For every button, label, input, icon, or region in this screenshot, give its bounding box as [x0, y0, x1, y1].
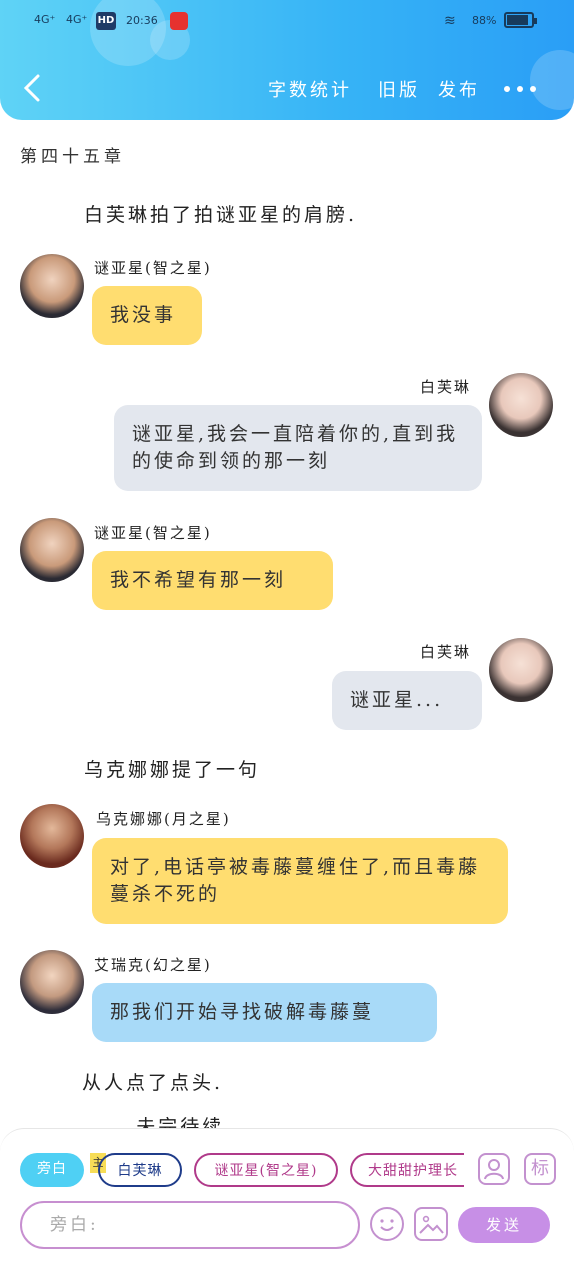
- battery-percent: 88%: [472, 14, 497, 27]
- avatar-miyaxing[interactable]: [20, 254, 84, 318]
- status-time: 20:36: [126, 14, 158, 27]
- role-chip-narrator[interactable]: 旁白: [20, 1153, 84, 1187]
- narration-input[interactable]: 旁白:: [20, 1201, 360, 1249]
- chat-bubble[interactable]: 对了,电话亭被毒藤蔓缠住了,而且毒藤蔓杀不死的: [92, 838, 508, 924]
- publish-button[interactable]: 发布: [438, 76, 480, 102]
- sender-name: 谜亚星(智之星): [94, 259, 212, 277]
- battery-icon: [504, 12, 537, 28]
- chat-bubble[interactable]: 谜亚星,我会一直陪着你的,直到我的使命到领的那一刻: [114, 405, 482, 491]
- send-button[interactable]: 发送: [458, 1207, 550, 1243]
- wifi-icon: ≋: [444, 13, 456, 29]
- sender-name: 白芙琳: [420, 378, 472, 396]
- chat-bubble[interactable]: 那我们开始寻找破解毒藤蔓: [92, 983, 437, 1042]
- avatar-baifulin[interactable]: [489, 638, 553, 702]
- back-chevron-icon[interactable]: [18, 70, 48, 106]
- avatar-baifulin[interactable]: [489, 373, 553, 437]
- narration-text: 从人点了点头.: [82, 1072, 224, 1094]
- avatar-miyaxing[interactable]: [20, 518, 84, 582]
- hd-badge: HD: [96, 12, 116, 30]
- narration-text: 乌克娜娜提了一句: [84, 759, 261, 781]
- old-version-button[interactable]: 旧版: [378, 76, 420, 102]
- role-chip-baifulin[interactable]: 白芙琳: [98, 1153, 182, 1187]
- role-chip-datiantian[interactable]: 大甜甜护理长: [350, 1153, 464, 1187]
- sender-name: 白芙琳: [420, 643, 472, 661]
- word-count-button[interactable]: 字数统计: [268, 76, 352, 102]
- sender-name: 艾瑞克(幻之星): [94, 956, 212, 974]
- more-dots-icon[interactable]: [504, 86, 540, 94]
- chat-bubble[interactable]: 我不希望有那一刻: [92, 551, 333, 610]
- avatar-wukenana[interactable]: [20, 804, 84, 868]
- status-bar: 4G⁺ 4G⁺ HD 20:36 ≋ 88%: [0, 8, 574, 36]
- avatar-airuike[interactable]: [20, 950, 84, 1014]
- chat-bubble[interactable]: 我没事: [92, 286, 202, 345]
- chat-bubble[interactable]: 谜亚星...: [332, 671, 482, 730]
- narration-text: 白芙琳拍了拍谜亚星的肩膀.: [84, 204, 358, 226]
- signal-1: 4G⁺: [34, 13, 56, 26]
- emoji-icon[interactable]: [370, 1207, 404, 1241]
- signal-2: 4G⁺: [66, 13, 88, 26]
- image-icon[interactable]: [414, 1207, 448, 1241]
- chapter-title: 第四十五章: [20, 147, 125, 167]
- person-icon[interactable]: [478, 1153, 510, 1185]
- sender-name: 乌克娜娜(月之星): [96, 810, 231, 828]
- role-chip-miyaxing[interactable]: 谜亚星(智之星): [194, 1153, 338, 1187]
- sender-name: 谜亚星(智之星): [94, 524, 212, 542]
- top-app-bar: 4G⁺ 4G⁺ HD 20:36 ≋ 88% 字数统计 旧版 发布: [0, 0, 574, 120]
- mark-icon[interactable]: 标: [524, 1153, 556, 1185]
- app-notification-icon: [170, 12, 188, 30]
- bottom-input-panel: 旁白 主 白芙琳 谜亚星(智之星) 大甜甜护理长 标 旁白: 发送: [0, 1128, 574, 1281]
